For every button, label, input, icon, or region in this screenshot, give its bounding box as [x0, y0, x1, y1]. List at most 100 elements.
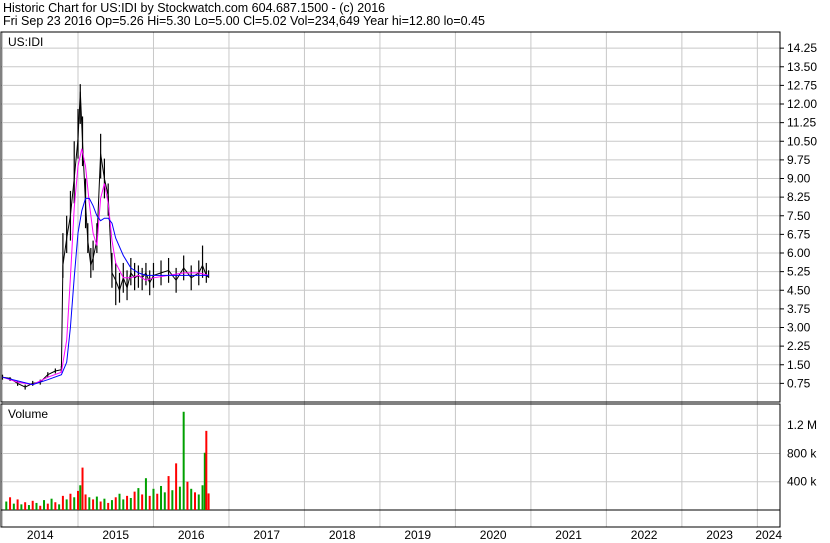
- volume-bar: [9, 497, 12, 510]
- volume-bar: [16, 499, 19, 510]
- time-axis-frame: [0, 509, 781, 528]
- year-label: 2024: [755, 528, 782, 542]
- volume-bar: [133, 491, 136, 510]
- volume-bar: [186, 481, 189, 510]
- volume-bar: [110, 500, 113, 510]
- symbol-label: US:IDI: [8, 35, 43, 49]
- volume-bar: [137, 488, 140, 510]
- price-tick-label: 9.75: [787, 153, 811, 167]
- year-label: 2015: [102, 528, 129, 542]
- volume-bar: [152, 488, 155, 510]
- volume-bar: [178, 486, 181, 510]
- volume-bar: [193, 492, 196, 510]
- volume-bar: [167, 476, 170, 510]
- volume-bar: [99, 501, 102, 510]
- volume-bar: [20, 504, 23, 510]
- volume-bar: [205, 430, 208, 510]
- price-tick-label: 12.00: [787, 97, 817, 111]
- price-tick-label: 3.75: [787, 302, 811, 316]
- year-label: 2022: [631, 528, 658, 542]
- volume-bar: [43, 500, 46, 510]
- volume-bar: [118, 493, 121, 510]
- year-label: 2019: [404, 528, 431, 542]
- volume-bar: [182, 411, 185, 510]
- volume-label: Volume: [8, 407, 48, 421]
- volume-bar: [163, 492, 166, 510]
- volume-bar: [114, 497, 117, 510]
- volume-bars: [5, 411, 210, 510]
- grid: [1, 32, 780, 527]
- volume-bar: [197, 494, 200, 510]
- volume-bar: [201, 485, 204, 510]
- volume-bar: [73, 497, 76, 510]
- volume-bar: [141, 494, 144, 510]
- price-tick-label: 9.00: [787, 172, 811, 186]
- volume-tick-label: 400 k: [787, 475, 817, 489]
- chart-frame: [0, 31, 781, 528]
- year-label: 2020: [480, 528, 507, 542]
- volume-bar: [144, 478, 147, 510]
- price-tick-label: 14.25: [787, 41, 817, 55]
- volume-bar: [103, 498, 106, 510]
- volume-bar: [129, 497, 132, 510]
- price-tick-label: 0.75: [787, 376, 811, 390]
- year-label: 2014: [27, 528, 54, 542]
- volume-panel-frame: [0, 403, 781, 511]
- volume-bar: [107, 502, 110, 510]
- volume-bar: [24, 502, 27, 510]
- volume-bar: [27, 505, 30, 510]
- volume-bar: [171, 490, 174, 510]
- price-tick-label: 13.50: [787, 60, 817, 74]
- volume-tick-label: 1.2 M: [787, 418, 817, 432]
- year-label: 2021: [555, 528, 582, 542]
- volume-bar: [92, 499, 95, 510]
- year-label: 2018: [329, 528, 356, 542]
- moving-average-long-line: [2, 197, 209, 386]
- volume-bar: [31, 500, 34, 510]
- price-tick-label: 11.25: [787, 116, 816, 130]
- volume-bar: [190, 488, 193, 510]
- volume-bar: [156, 493, 159, 510]
- volume-bar: [46, 503, 49, 510]
- volume-bar: [160, 485, 163, 510]
- volume-bar: [84, 494, 87, 510]
- year-label: 2017: [253, 528, 280, 542]
- axis-ticks: 14.25 13.50 12.75 12.00 11.25 10.50 9.75 9.00 8.…: [27, 41, 817, 542]
- price-series: [1, 84, 210, 390]
- volume-bar: [122, 499, 125, 510]
- price-close-line: [2, 91, 209, 388]
- volume-tick-label: 800 k: [787, 446, 817, 460]
- price-tick-label: 7.50: [787, 209, 811, 223]
- year-label: 2023: [706, 528, 733, 542]
- volume-bar: [81, 467, 84, 510]
- volume-bar: [175, 463, 178, 510]
- volume-bar: [35, 502, 38, 510]
- volume-bar: [207, 493, 210, 510]
- volume-bar: [88, 497, 91, 510]
- price-tick-label: 2.25: [787, 339, 811, 353]
- price-tick-label: 6.00: [787, 246, 811, 260]
- volume-bar: [126, 495, 129, 510]
- volume-bar: [39, 505, 42, 510]
- volume-bar: [95, 496, 98, 510]
- price-tick-label: 3.00: [787, 321, 811, 335]
- volume-bar: [50, 498, 53, 510]
- volume-bar: [58, 504, 61, 510]
- volume-bar: [54, 502, 57, 510]
- volume-bar: [61, 495, 64, 510]
- volume-bar: [76, 490, 79, 510]
- volume-bar: [65, 499, 68, 510]
- volume-bar: [12, 503, 15, 510]
- stock-chart: 14.25 13.50 12.75 12.00 11.25 10.50 9.75 9.00 8.…: [0, 31, 817, 542]
- volume-bar: [5, 501, 8, 510]
- price-tick-label: 12.75: [787, 78, 817, 92]
- price-tick-label: 6.75: [787, 227, 811, 241]
- volume-bar: [79, 485, 82, 510]
- volume-bar: [69, 493, 72, 510]
- price-tick-label: 1.50: [787, 358, 811, 372]
- volume-bar: [148, 495, 151, 510]
- price-tick-label: 10.50: [787, 134, 817, 148]
- price-tick-label: 8.25: [787, 190, 811, 204]
- price-tick-label: 5.25: [787, 265, 811, 279]
- price-tick-label: 4.50: [787, 283, 811, 297]
